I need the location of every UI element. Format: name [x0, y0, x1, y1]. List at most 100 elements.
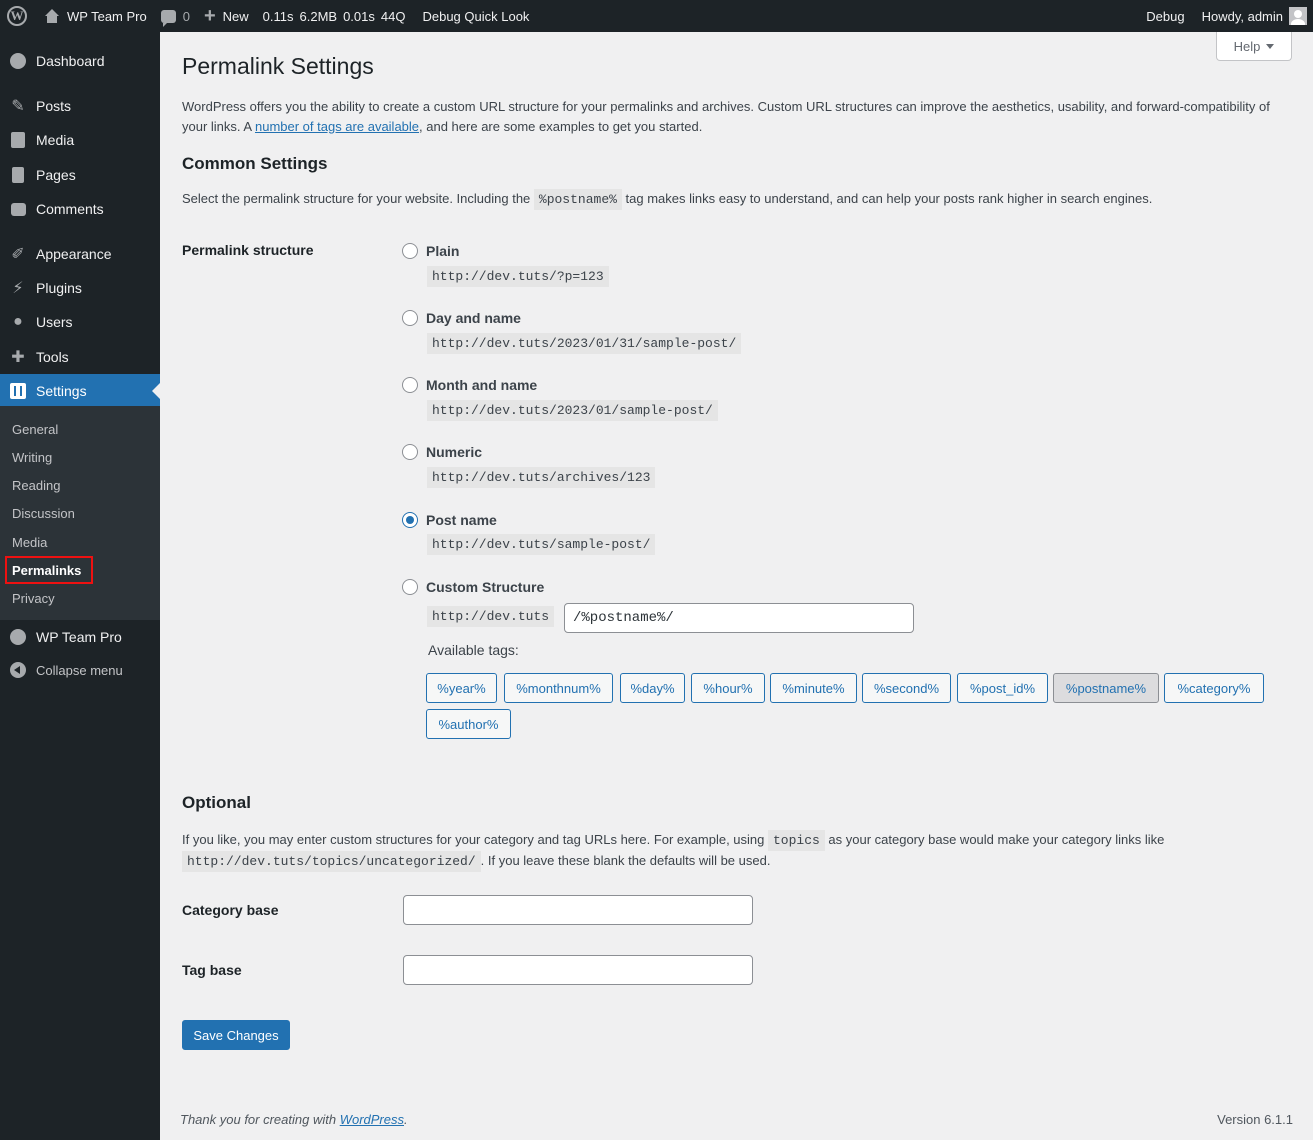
wp-logo-menu[interactable]: W — [0, 0, 37, 32]
tag-author-button[interactable]: %author% — [426, 709, 511, 739]
stat-memory: 6.2MB — [299, 8, 338, 24]
settings-submenu: General Writing Reading Discussion Media… — [0, 406, 160, 620]
plus-icon: + — [203, 5, 216, 27]
sidebar-item-settings[interactable]: Settings — [0, 374, 160, 408]
option-day-and-name[interactable]: Day and name — [402, 310, 521, 326]
option-plain[interactable]: Plain — [402, 243, 459, 259]
tags-available-link[interactable]: number of tags are available — [255, 119, 419, 134]
category-base-input[interactable] — [403, 895, 753, 925]
tag-day-button[interactable]: %day% — [620, 673, 685, 703]
tag-base-input[interactable] — [403, 955, 753, 985]
option-post-name[interactable]: Post name — [402, 512, 497, 528]
tag-postname-button[interactable]: %postname% — [1053, 673, 1159, 703]
wordpress-link[interactable]: WordPress — [340, 1112, 404, 1127]
example-url: http://dev.tuts — [427, 606, 555, 627]
collapse-icon — [0, 662, 36, 678]
save-changes-button[interactable]: Save Changes — [182, 1020, 290, 1050]
site-name-menu[interactable]: WP Team Pro — [37, 0, 154, 32]
stat-db-time: 0.01s — [343, 8, 375, 24]
tag-monthnum-button[interactable]: %monthnum% — [504, 673, 613, 703]
sidebar-item-wp-team-pro[interactable]: WP Team Pro — [0, 620, 160, 654]
stat-time: 0.11s — [262, 8, 294, 24]
submenu-item-media[interactable]: Media — [12, 532, 47, 552]
my-account-menu[interactable]: Howdy, admin — [1195, 0, 1313, 32]
team-icon — [0, 629, 36, 645]
submenu-item-reading[interactable]: Reading — [12, 475, 60, 495]
option-label: Month and name — [426, 377, 538, 393]
comment-icon — [160, 9, 176, 27]
permalink-structure-label: Permalink structure — [182, 242, 314, 258]
comment-icon — [0, 202, 36, 216]
example-url: http://dev.tuts/archives/123 — [427, 467, 656, 488]
new-content-menu[interactable]: + New — [197, 0, 256, 32]
submenu-item-permalinks[interactable]: Permalinks — [5, 556, 94, 584]
option-numeric[interactable]: Numeric — [402, 444, 482, 460]
tag-category-button[interactable]: %category% — [1164, 673, 1264, 703]
main-content: Help Permalink Settings WordPress offers… — [160, 32, 1313, 1140]
radio-post-name[interactable] — [402, 512, 418, 528]
example-numeric: http://dev.tuts/archives/123 — [427, 467, 656, 488]
sidebar-item-label: Plugins — [36, 280, 82, 296]
submenu-item-writing[interactable]: Writing — [12, 447, 52, 467]
sidebar-item-plugins[interactable]: ⚡ Plugins — [0, 271, 160, 305]
sidebar-item-users[interactable]: ● Users — [0, 305, 160, 339]
submenu-item-discussion[interactable]: Discussion — [12, 503, 75, 523]
option-custom-structure[interactable]: Custom Structure — [402, 579, 544, 595]
query-monitor-menu[interactable]: 0.11s 6.2MB 0.01s 44Q — [256, 0, 413, 32]
admin-bar: W WP Team Pro 0 + New 0.11s 6.2MB 0.01s … — [0, 0, 1313, 32]
option-label: Day and name — [426, 310, 521, 326]
optional-description: If you like, you may enter custom struct… — [182, 830, 1282, 872]
example-month-and-name: http://dev.tuts/2023/01/sample-post/ — [427, 400, 718, 421]
comments-menu[interactable]: 0 — [154, 0, 197, 32]
sidebar-item-media[interactable]: Media — [0, 123, 160, 157]
sidebar-item-posts[interactable]: ✎ Posts — [0, 89, 160, 123]
site-name: WP Team Pro — [67, 8, 147, 24]
sidebar-item-label: Pages — [36, 167, 76, 183]
radio-day-and-name[interactable] — [402, 310, 418, 326]
custom-structure-input[interactable]: /%postname%/ — [564, 603, 914, 633]
collapse-menu-button[interactable]: Collapse menu — [0, 653, 160, 687]
sidebar-item-appearance[interactable]: ✐ Appearance — [0, 237, 160, 271]
pin-icon: ✎ — [11, 98, 25, 115]
plugin-icon: ⚡ — [12, 280, 24, 297]
submenu-item-privacy[interactable]: Privacy — [12, 588, 55, 608]
tag-hour-button[interactable]: %hour% — [691, 673, 765, 703]
available-tags-label: Available tags: — [428, 642, 519, 658]
option-label: Custom Structure — [426, 579, 545, 595]
tag-post-id-button[interactable]: %post_id% — [957, 673, 1048, 703]
radio-numeric[interactable] — [402, 444, 418, 460]
example-url: http://dev.tuts/2023/01/sample-post/ — [427, 400, 718, 421]
debug-quick-look-menu[interactable]: Debug Quick Look — [412, 0, 536, 32]
radio-plain[interactable] — [402, 243, 418, 259]
radio-month-and-name[interactable] — [402, 377, 418, 393]
tag-second-button[interactable]: %second% — [862, 673, 951, 703]
custom-structure-prefix: http://dev.tuts — [427, 606, 555, 627]
optional-desc-text-3: . If you leave these blank the defaults … — [480, 853, 771, 868]
postname-code: %postname% — [533, 189, 622, 210]
settings-icon — [0, 383, 36, 399]
example-day-and-name: http://dev.tuts/2023/01/31/sample-post/ — [427, 333, 742, 354]
sidebar-item-label: Settings — [36, 383, 87, 399]
option-month-and-name[interactable]: Month and name — [402, 377, 537, 393]
sidebar-item-pages[interactable]: Pages — [0, 158, 160, 192]
stat-queries: 44Q — [380, 8, 406, 24]
page-icon — [0, 167, 36, 183]
example-plain: http://dev.tuts/?p=123 — [427, 266, 609, 287]
topics-code: topics — [767, 830, 825, 851]
tag-year-button[interactable]: %year% — [426, 673, 497, 703]
submenu-item-general[interactable]: General — [12, 419, 58, 439]
media-icon — [0, 132, 36, 148]
sidebar-item-dashboard[interactable]: Dashboard — [0, 44, 160, 78]
sidebar-item-tools[interactable]: ✚ Tools — [0, 340, 160, 374]
help-tab-button[interactable]: Help — [1216, 32, 1292, 61]
page-intro: WordPress offers you the ability to crea… — [182, 97, 1282, 136]
example-category-url-code: http://dev.tuts/topics/uncategorized/ — [182, 851, 481, 872]
help-label: Help — [1233, 38, 1261, 54]
page-title: Permalink Settings — [182, 53, 374, 79]
sidebar-item-label: Appearance — [36, 246, 112, 262]
radio-custom-structure[interactable] — [402, 579, 418, 595]
tag-minute-button[interactable]: %minute% — [770, 673, 857, 703]
sidebar-item-comments[interactable]: Comments — [0, 192, 160, 226]
debug-menu[interactable]: Debug — [1139, 0, 1194, 32]
howdy-label: Howdy, admin — [1201, 8, 1283, 24]
